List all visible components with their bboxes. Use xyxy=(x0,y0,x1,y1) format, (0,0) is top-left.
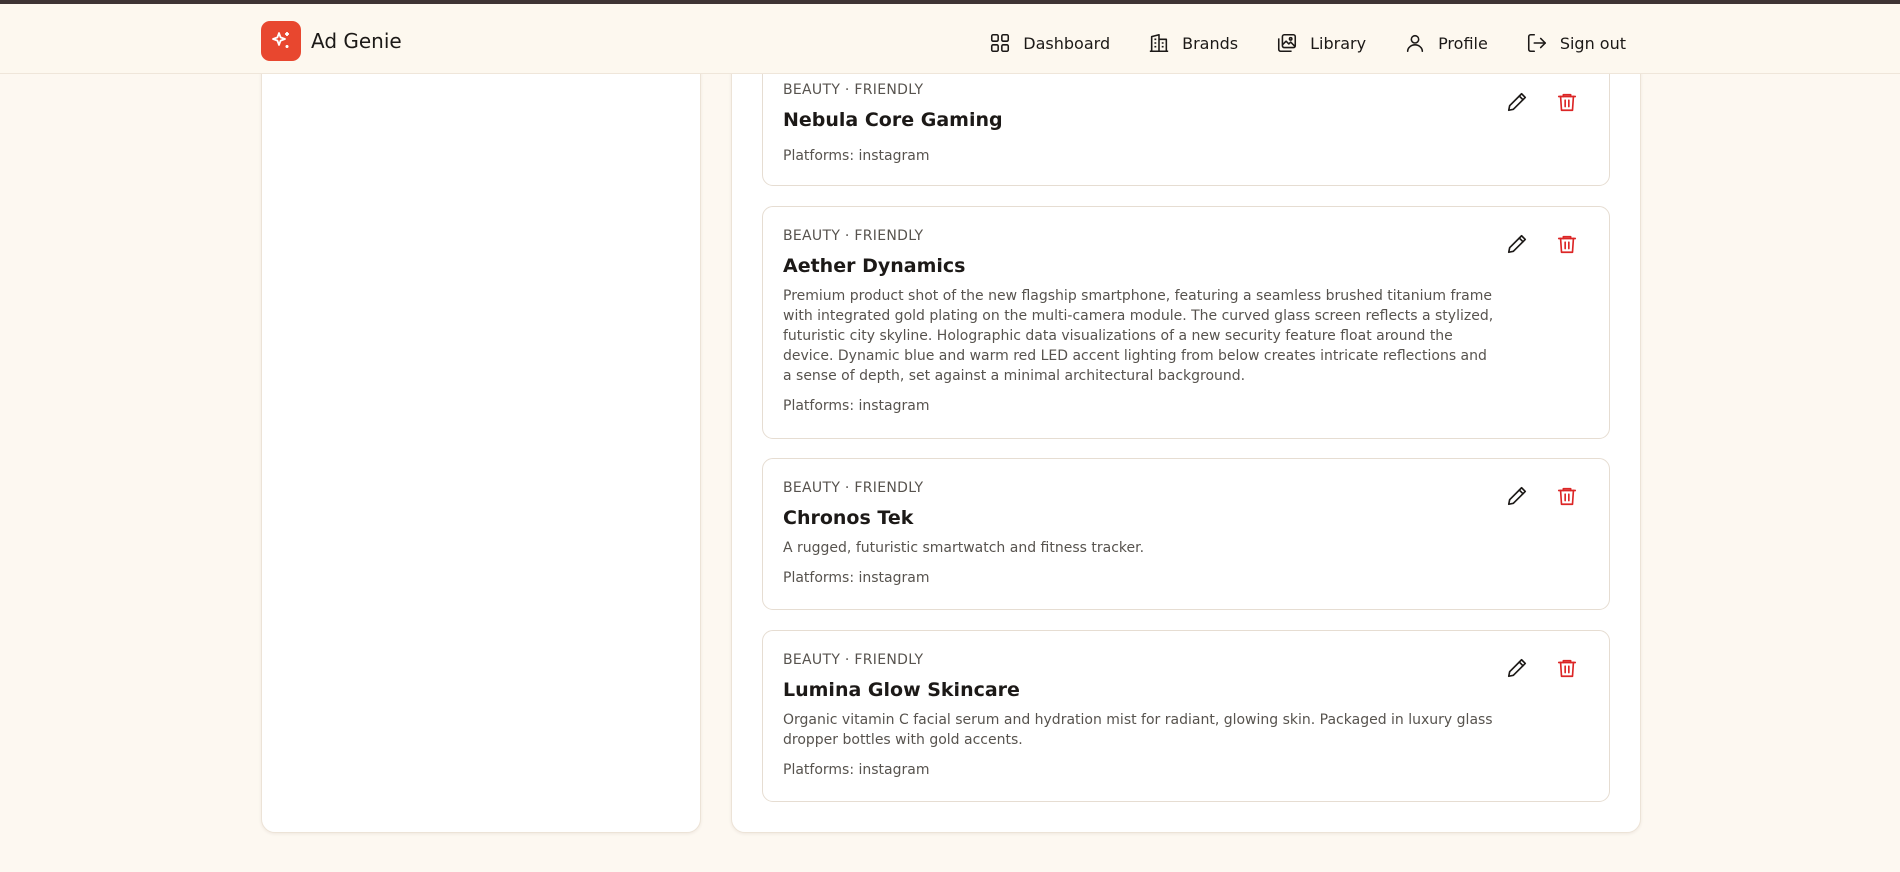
left-panel xyxy=(261,40,701,833)
pencil-icon xyxy=(1507,486,1527,506)
brand-meta: BEAUTY · FRIENDLY xyxy=(783,652,924,668)
nav-label: Profile xyxy=(1438,33,1488,53)
brand-platforms: Platforms: instagram xyxy=(783,148,930,164)
nav-label: Dashboard xyxy=(1023,33,1111,53)
library-images-icon xyxy=(1278,33,1297,53)
brand-platforms: Platforms: instagram xyxy=(783,398,930,414)
nav-sign-out[interactable]: Sign out xyxy=(1526,32,1626,54)
delete-brand-button[interactable] xyxy=(1552,229,1582,259)
brand-card-aether-dynamics: BEAUTY · FRIENDLY Aether Dynamics Premiu… xyxy=(762,206,1610,439)
pencil-icon xyxy=(1507,658,1527,678)
brand-meta: BEAUTY · FRIENDLY xyxy=(783,82,924,98)
brand-name: Nebula Core Gaming xyxy=(783,109,1003,131)
nav-brands[interactable]: Brands xyxy=(1148,32,1238,54)
brand-platforms: Platforms: instagram xyxy=(783,570,930,586)
app-name: Ad Genie xyxy=(311,29,402,53)
trash-icon xyxy=(1557,235,1577,254)
brand-meta: BEAUTY · FRIENDLY xyxy=(783,480,924,496)
delete-brand-button[interactable] xyxy=(1552,653,1582,683)
trash-icon xyxy=(1557,659,1577,678)
sparkles-logo-icon xyxy=(261,21,301,61)
main-nav: Dashboard Brands Library Profile Sign ou… xyxy=(989,28,1626,58)
trash-icon xyxy=(1557,487,1577,506)
edit-brand-button[interactable] xyxy=(1502,653,1532,683)
delete-brand-button[interactable] xyxy=(1552,481,1582,511)
pencil-icon xyxy=(1507,234,1527,254)
sign-out-icon xyxy=(1527,33,1546,53)
nav-profile[interactable]: Profile xyxy=(1404,32,1488,54)
brand-description: Premium product shot of the new flagship… xyxy=(783,288,1494,384)
delete-brand-button[interactable] xyxy=(1552,87,1582,117)
nav-library[interactable]: Library xyxy=(1276,32,1366,54)
edit-brand-button[interactable] xyxy=(1502,87,1532,117)
nav-label: Library xyxy=(1310,33,1367,53)
brand-name: Chronos Tek xyxy=(783,507,914,529)
brand-name: Lumina Glow Skincare xyxy=(783,679,1020,701)
brand-name: Aether Dynamics xyxy=(783,255,966,277)
app-brand[interactable]: Ad Genie xyxy=(261,21,402,61)
building-icon xyxy=(1149,33,1169,53)
nav-label: Brands xyxy=(1182,33,1239,53)
brand-meta: BEAUTY · FRIENDLY xyxy=(783,228,924,244)
pencil-icon xyxy=(1507,92,1527,112)
brand-description: Organic vitamin C facial serum and hydra… xyxy=(783,712,1493,748)
trash-icon xyxy=(1557,93,1577,112)
user-icon xyxy=(1406,34,1424,53)
edit-brand-button[interactable] xyxy=(1502,481,1532,511)
brand-card-chronos-tek: BEAUTY · FRIENDLY Chronos Tek A rugged, … xyxy=(762,458,1610,610)
nav-label: Sign out xyxy=(1559,33,1626,53)
brand-platforms: Platforms: instagram xyxy=(783,762,930,778)
brand-description: A rugged, futuristic smartwatch and fitn… xyxy=(783,540,1145,556)
dashboard-grid-icon xyxy=(991,33,1010,53)
edit-brand-button[interactable] xyxy=(1502,229,1532,259)
brand-card-lumina-glow-skincare: BEAUTY · FRIENDLY Lumina Glow Skincare O… xyxy=(762,630,1610,802)
top-header: Ad Genie Dashboard Brands Library Profil… xyxy=(0,4,1900,74)
nav-dashboard[interactable]: Dashboard xyxy=(989,32,1110,54)
